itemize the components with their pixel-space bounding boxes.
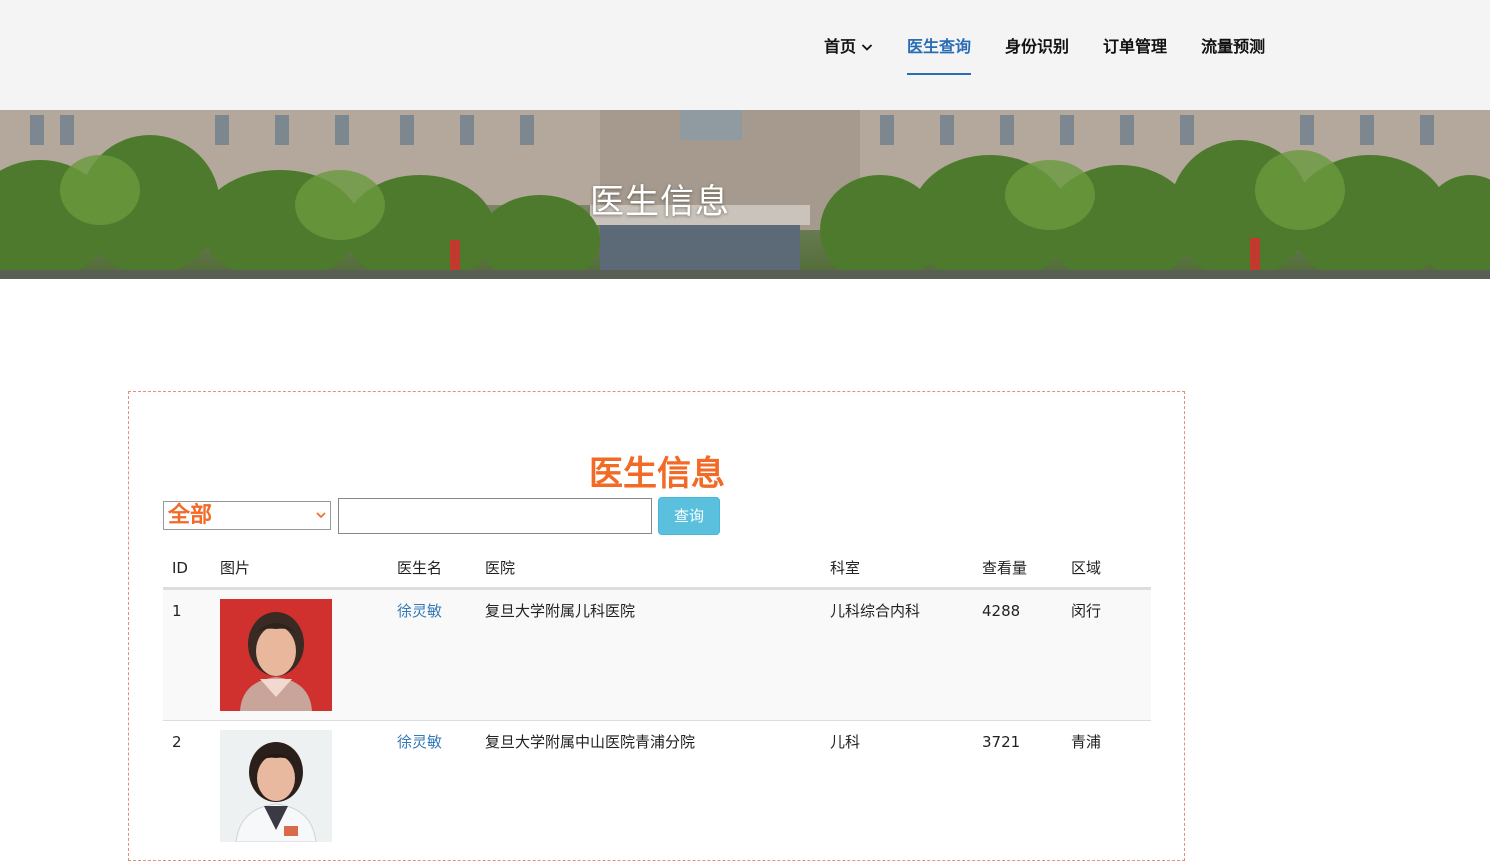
- table-row: 1 徐灵敏 复旦大学附属儿科医院 儿科综合内科 4288 闵行: [163, 589, 1151, 720]
- nav-item-home[interactable]: 首页: [824, 36, 873, 58]
- doctor-portrait-image: [220, 599, 332, 711]
- hospital-banner-image: [0, 110, 1490, 279]
- row-dept: 儿科综合内科: [830, 602, 921, 620]
- banner-title: 医生信息: [590, 182, 730, 222]
- row-area: 闵行: [1071, 602, 1102, 620]
- doctor-portrait-image: [220, 730, 332, 842]
- doctor-info-panel: 医生信息 全部 查询 ID 图片 医生名 医院 科室 查看量 区域 1 徐灵敏 …: [128, 391, 1185, 861]
- region-filter-select[interactable]: 全部: [163, 501, 331, 530]
- row-id: 1: [172, 602, 182, 620]
- search-input[interactable]: [338, 498, 652, 534]
- header-name: 医生名: [397, 559, 443, 577]
- header-area: 区域: [1071, 559, 1102, 577]
- chevron-down-icon: [861, 44, 873, 51]
- header-dept: 科室: [830, 559, 861, 577]
- hero-banner: 医生信息: [0, 110, 1490, 279]
- chevron-down-icon: [316, 512, 326, 519]
- doctor-name-link[interactable]: 徐灵敏: [397, 601, 442, 621]
- nav-item-home-label: 首页: [824, 37, 857, 56]
- row-area: 青浦: [1071, 733, 1102, 751]
- region-filter-value: 全部: [168, 503, 213, 528]
- doctor-photo[interactable]: [220, 730, 332, 842]
- nav-item-identity-label: 身份识别: [1005, 37, 1070, 56]
- nav-item-identity[interactable]: 身份识别: [1005, 36, 1069, 58]
- doctor-table: ID 图片 医生名 医院 科室 查看量 区域 1 徐灵敏 复旦大学附属儿科医院 …: [163, 548, 1151, 851]
- row-dept: 儿科: [830, 733, 861, 751]
- table-row: 2 徐灵敏 复旦大学附属中山医院青浦分院 儿科 3721 青浦: [163, 720, 1151, 851]
- nav-item-orders[interactable]: 订单管理: [1103, 36, 1167, 58]
- top-navbar: 首页 医生查询 身份识别 订单管理 流量预测: [0, 0, 1490, 110]
- doctor-photo[interactable]: [220, 599, 332, 711]
- search-button[interactable]: 查询: [658, 497, 720, 535]
- header-views: 查看量: [982, 559, 1028, 577]
- panel-title: 医生信息: [589, 454, 725, 494]
- doctor-name-link[interactable]: 徐灵敏: [397, 732, 442, 752]
- nav-item-doctor-search-label: 医生查询: [907, 37, 972, 56]
- row-hospital: 复旦大学附属儿科医院: [485, 602, 636, 620]
- row-id: 2: [172, 733, 182, 751]
- nav-item-traffic[interactable]: 流量预测: [1201, 36, 1265, 58]
- main-nav: 首页 医生查询 身份识别 订单管理 流量预测: [824, 36, 1265, 75]
- row-hospital: 复旦大学附属中山医院青浦分院: [485, 733, 696, 751]
- header-id: ID: [172, 559, 188, 577]
- row-views: 4288: [982, 602, 1021, 620]
- nav-item-orders-label: 订单管理: [1103, 37, 1168, 56]
- table-header: ID 图片 医生名 医院 科室 查看量 区域: [163, 548, 1151, 589]
- header-hospital: 医院: [485, 559, 516, 577]
- nav-item-doctor-search[interactable]: 医生查询: [907, 36, 972, 75]
- nav-item-traffic-label: 流量预测: [1201, 37, 1266, 56]
- header-photo: 图片: [220, 559, 251, 577]
- row-views: 3721: [982, 733, 1021, 751]
